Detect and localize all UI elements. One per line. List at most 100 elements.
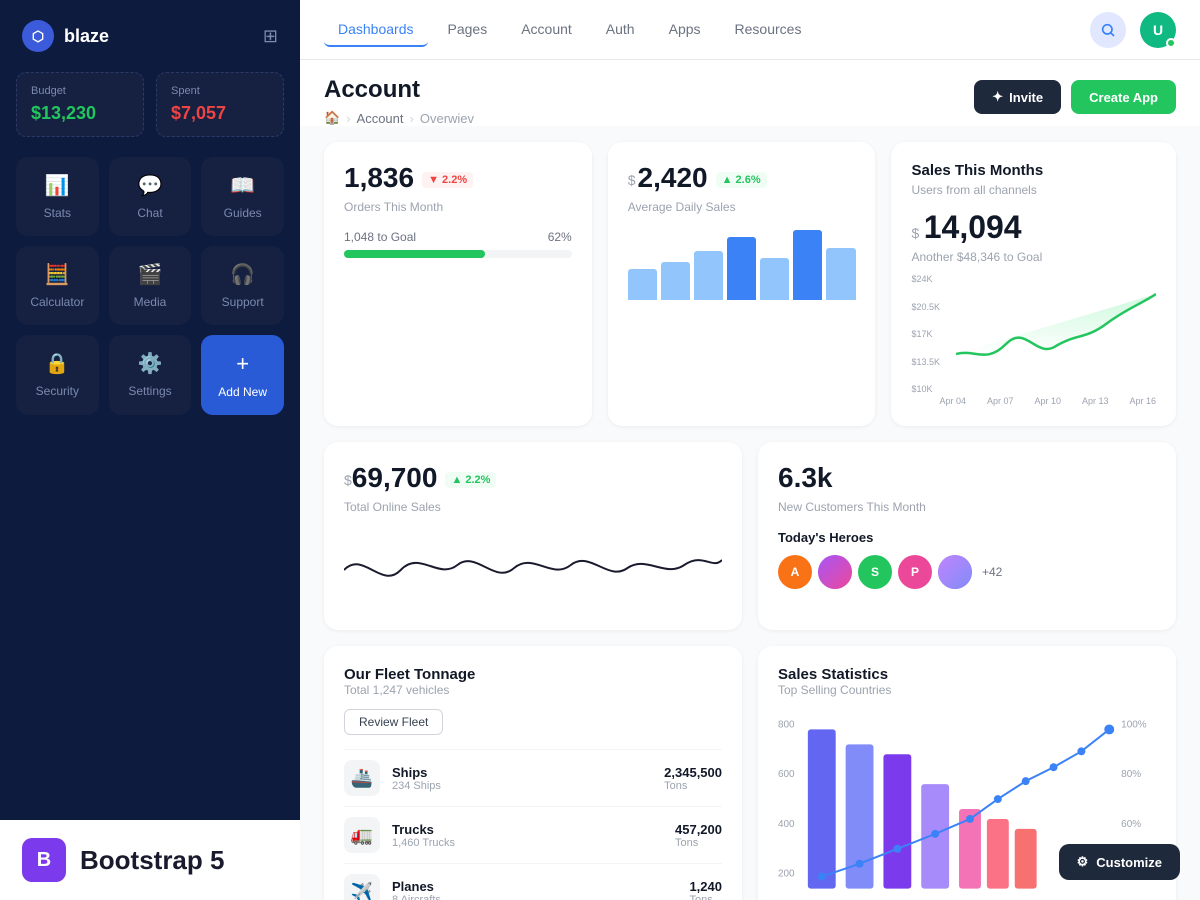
main-content: Dashboards Pages Account Auth Apps Resou… (300, 0, 1200, 900)
add-new-label: Add New (218, 385, 267, 399)
fleet-card: Our Fleet Tonnage Total 1,247 vehicles R… (324, 646, 742, 900)
planes-sub: 8 Aircrafts (392, 894, 441, 900)
tab-resources[interactable]: Resources (721, 13, 816, 47)
planes-value: 1,240 (689, 879, 722, 894)
top-nav-right: U (1090, 12, 1176, 48)
bar-6 (793, 230, 822, 300)
trucks-value: 457,200 (675, 822, 722, 837)
bar-3 (694, 251, 723, 300)
daily-sales-label: Average Daily Sales (628, 200, 856, 214)
orders-label: Orders This Month (344, 200, 572, 214)
spent-card: Spent $7,057 (156, 72, 284, 137)
sales-chart-wrap: $24K $20.5K $17K $13.5K $10K (911, 274, 1156, 406)
planes-unit: Tons (689, 894, 722, 900)
online-sales-value: 69,700 (352, 462, 438, 494)
logo-text: blaze (64, 26, 109, 47)
bar-5 (760, 258, 789, 300)
svg-text:200: 200 (778, 869, 795, 880)
online-indicator (1166, 38, 1176, 48)
sales-month-title: Sales This Months (911, 162, 1156, 179)
bootstrap-badge: B Bootstrap 5 (0, 820, 300, 900)
stats-label: Stats (44, 206, 71, 220)
bar-chart (628, 230, 856, 300)
breadcrumb: 🏠 › Account › Overwiev (324, 110, 474, 126)
third-row: Our Fleet Tonnage Total 1,247 vehicles R… (324, 646, 1176, 900)
user-avatar[interactable]: U (1140, 12, 1176, 48)
ships-unit: Tons (664, 780, 722, 792)
tab-dashboards[interactable]: Dashboards (324, 13, 428, 47)
tab-account[interactable]: Account (507, 13, 586, 47)
ships-name: Ships (392, 765, 441, 780)
calculator-icon: 🧮 (45, 262, 70, 287)
tab-apps[interactable]: Apps (655, 13, 715, 47)
planes-icon: ✈️ (344, 874, 380, 900)
heroes-count: +42 (982, 565, 1002, 579)
settings-label: Settings (128, 384, 171, 398)
review-fleet-button[interactable]: Review Fleet (344, 709, 443, 735)
bar-1 (628, 269, 657, 301)
sidebar-item-support[interactable]: 🎧 Support (201, 246, 284, 325)
hero-avatar-1: A (778, 555, 812, 589)
security-label: Security (36, 384, 79, 398)
orders-card: 1,836 ▼ 2.2% Orders This Month 1,048 to … (324, 142, 592, 426)
sidebar-item-add-new[interactable]: + Add New (201, 335, 284, 415)
sales-month-sub: Users from all channels (911, 183, 1156, 197)
bootstrap-icon: B (22, 838, 66, 882)
svg-text:100%: 100% (1121, 719, 1147, 730)
fleet-row-trucks: 🚛 Trucks 1,460 Trucks 457,200 Tons (344, 806, 722, 863)
online-sales-card: $ 69,700 ▲ 2.2% Total Online Sales (324, 442, 742, 630)
heroes-avatars: A S P +42 (778, 555, 1156, 589)
tab-pages[interactable]: Pages (434, 13, 502, 47)
sidebar-item-media[interactable]: 🎬 Media (109, 246, 192, 325)
sidebar-item-security[interactable]: 🔒 Security (16, 335, 99, 415)
invite-button[interactable]: ✦ Invite (974, 80, 1061, 114)
logo-icon: ⬡ (22, 20, 54, 52)
customize-button[interactable]: ⚙ Customize (1059, 844, 1180, 880)
svg-text:80%: 80% (1121, 769, 1141, 780)
trucks-name: Trucks (392, 822, 455, 837)
nav-grid: 📊 Stats 💬 Chat 📖 Guides 🧮 Calculator 🎬 M… (0, 157, 300, 415)
svg-text:60%: 60% (1121, 819, 1141, 830)
sidebar-item-guides[interactable]: 📖 Guides (201, 157, 284, 236)
orders-badge: ▼ 2.2% (422, 172, 473, 188)
sidebar-item-settings[interactable]: ⚙️ Settings (109, 335, 192, 415)
new-customers-card: 6.3k New Customers This Month Today's He… (758, 442, 1176, 630)
bar-4 (727, 237, 756, 300)
hero-avatar-2 (818, 555, 852, 589)
progress-bar-bg (344, 250, 572, 258)
sidebar-item-chat[interactable]: 💬 Chat (109, 157, 192, 236)
hero-avatar-3: S (858, 555, 892, 589)
page-title: Account (324, 76, 474, 104)
fleet-subtitle: Total 1,247 vehicles (344, 683, 722, 697)
spent-label: Spent (171, 85, 269, 97)
sales-month-card: Sales This Months Users from all channel… (891, 142, 1176, 426)
fleet-row-ships: 🚢 Ships 234 Ships 2,345,500 Tons (344, 749, 722, 806)
tab-auth[interactable]: Auth (592, 13, 649, 47)
online-sales-label: Total Online Sales (344, 500, 722, 514)
sidebar: ⬡ blaze ⊞ Budget $13,230 Spent $7,057 📊 … (0, 0, 300, 900)
new-customers-label: New Customers This Month (778, 500, 1156, 514)
stats-icon: 📊 (45, 173, 70, 198)
logo-area: ⬡ blaze (22, 20, 109, 52)
sales-line-chart (956, 274, 1156, 394)
support-icon: 🎧 (230, 262, 255, 287)
guides-icon: 📖 (230, 173, 255, 198)
sales-stats-sub: Top Selling Countries (778, 683, 1156, 697)
budget-label: Budget (31, 85, 129, 97)
sidebar-item-calculator[interactable]: 🧮 Calculator (16, 246, 99, 325)
menu-icon[interactable]: ⊞ (263, 26, 278, 47)
spent-value: $7,057 (171, 103, 269, 124)
fleet-title: Our Fleet Tonnage (344, 666, 722, 683)
svg-text:800: 800 (778, 719, 795, 730)
create-app-button[interactable]: Create App (1071, 80, 1176, 114)
orders-progress: 1,048 to Goal 62% (344, 230, 572, 258)
breadcrumb-account[interactable]: Account (357, 111, 404, 126)
search-button[interactable] (1090, 12, 1126, 48)
bar-2 (661, 262, 690, 301)
online-sales-badge: ▲ 2.2% (445, 472, 496, 488)
add-icon: + (236, 351, 249, 377)
sidebar-item-stats[interactable]: 📊 Stats (16, 157, 99, 236)
second-row: $ 69,700 ▲ 2.2% Total Online Sales 6.3k … (324, 442, 1176, 630)
daily-sales-card: $ 2,420 ▲ 2.6% Average Daily Sales (608, 142, 876, 426)
settings-icon: ⚙️ (138, 351, 163, 376)
